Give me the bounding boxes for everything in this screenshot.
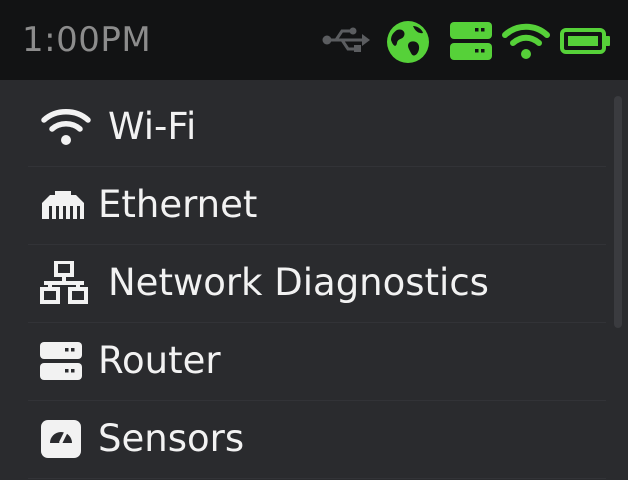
router-icon [40, 322, 82, 400]
menu-item-label: Router [98, 339, 221, 382]
settings-list: Wi-Fi Ethernet Network Diagnostics Route… [0, 80, 628, 480]
status-bar: 1:00PM [0, 0, 628, 80]
wifi-icon [502, 22, 550, 64]
menu-item-label: Wi-Fi [108, 105, 197, 148]
menu-item-sensors[interactable]: Sensors [28, 400, 606, 479]
menu-item-label: Ethernet [98, 183, 258, 226]
network-icon [40, 244, 88, 322]
menu-item-label: Network Diagnostics [108, 261, 489, 304]
menu-item-network-diagnostics[interactable]: Network Diagnostics [28, 244, 606, 323]
menu-item-ethernet[interactable]: Ethernet [28, 166, 606, 245]
battery-icon [560, 28, 610, 58]
menu-item-label: Sensors [98, 417, 245, 460]
globe-icon [386, 20, 430, 68]
scrollbar[interactable] [614, 96, 622, 328]
usb-icon [322, 26, 370, 58]
menu-item-router[interactable]: Router [28, 322, 606, 401]
clock: 1:00PM [22, 20, 152, 60]
ethernet-icon [40, 166, 86, 244]
wifi-icon [40, 88, 92, 166]
menu-item-wifi[interactable]: Wi-Fi [28, 88, 606, 167]
sensors-icon [40, 400, 82, 478]
router-icon [450, 22, 492, 64]
